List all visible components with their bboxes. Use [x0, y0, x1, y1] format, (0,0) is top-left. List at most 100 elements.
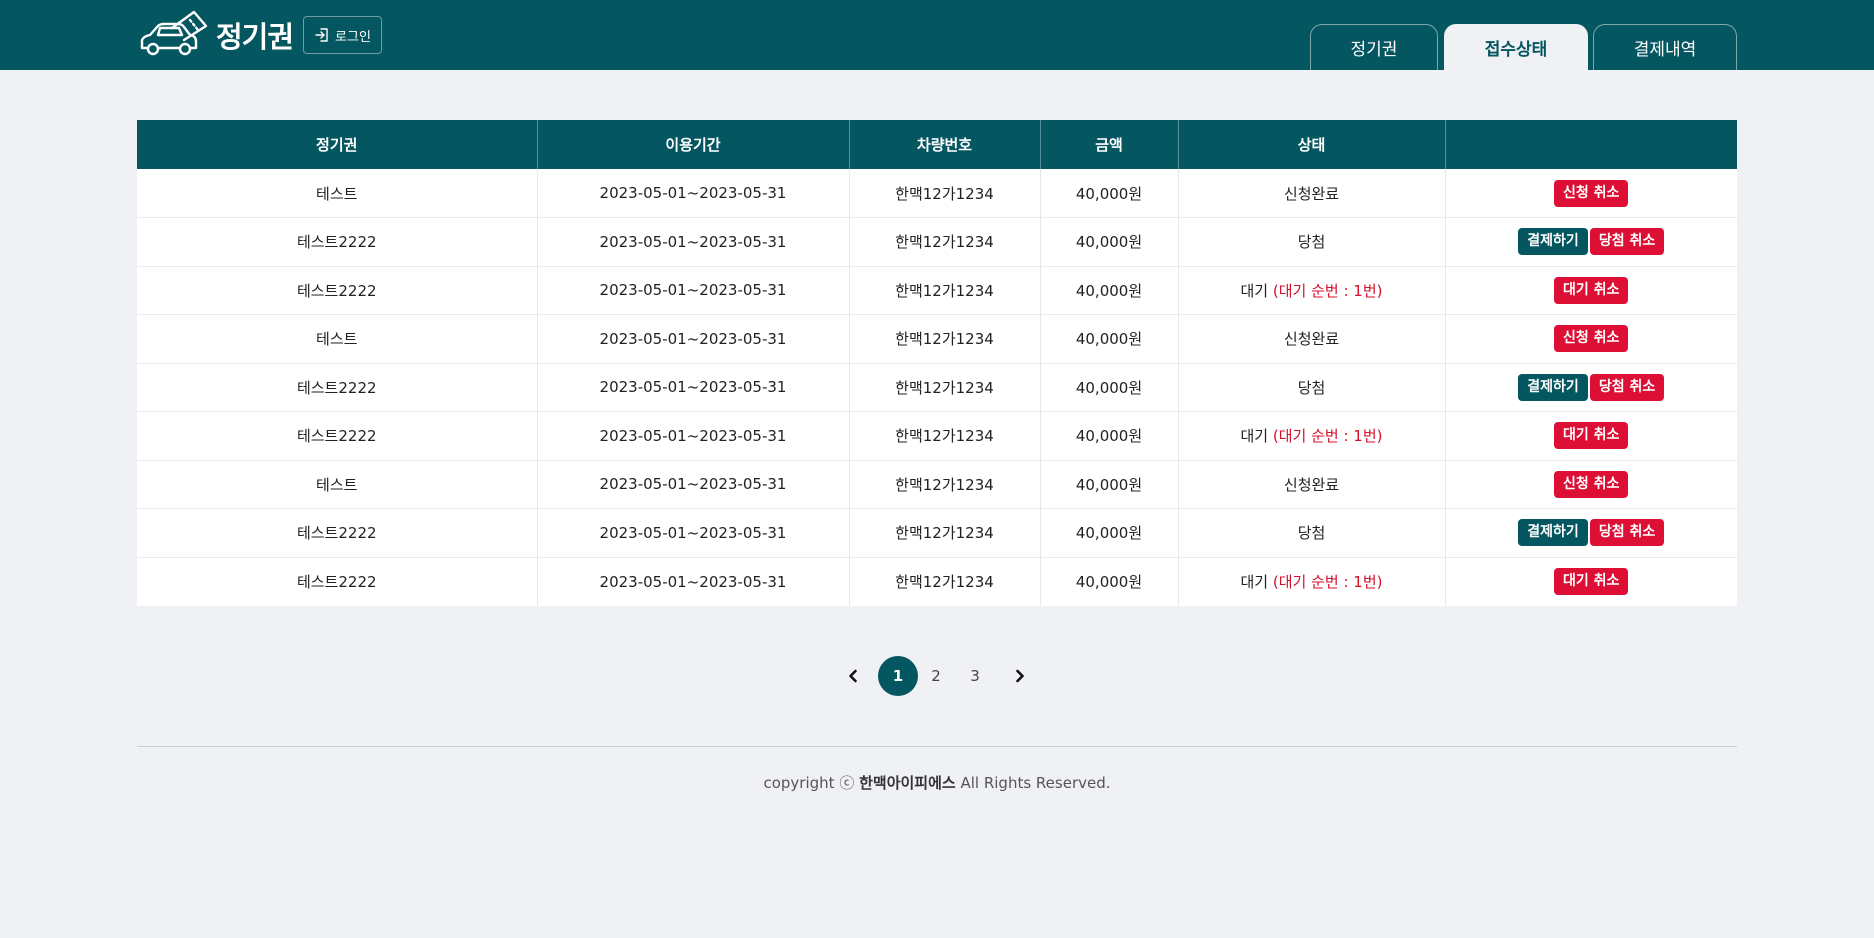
status-cell-text: 신청완료: [1283, 184, 1340, 203]
pass-name-cell-text: 테스트: [316, 184, 358, 203]
cancel-button[interactable]: 당첨 취소: [1589, 228, 1665, 256]
pass-name-cell-text: 테스트2222: [296, 524, 377, 543]
status-cell: 신청완료: [1178, 169, 1446, 218]
brand-title: 정기권: [216, 20, 294, 54]
amount-cell: 40,000원: [1040, 314, 1179, 364]
period-cell: 2023-05-01~2023-05-31: [537, 169, 850, 218]
amount-cell-text: 40,000원: [1075, 330, 1143, 349]
table-header-row: 정기권 이용기간 차량번호 금액 상태: [137, 120, 1737, 169]
prev-page-button[interactable]: [833, 656, 873, 696]
pass-name-cell: 테스트: [137, 169, 538, 218]
plate-cell: 한맥12가1234: [849, 169, 1041, 218]
amount-cell-text: 40,000원: [1075, 281, 1143, 300]
pass-name-cell: 테스트: [137, 314, 538, 364]
page-1-button[interactable]: 1: [878, 656, 918, 696]
actions-cell: 결제하기 당첨 취소: [1445, 217, 1737, 267]
pass-name-cell-text: 테스트2222: [296, 427, 377, 446]
next-page-button[interactable]: [1000, 656, 1040, 696]
tab-pass[interactable]: 정기권: [1310, 24, 1438, 70]
status-cell: 대기 (대기 순번 : 1번): [1178, 266, 1446, 315]
period-cell-text: 2023-05-01~2023-05-31: [599, 572, 787, 591]
plate-cell-text: 한맥12가1234: [895, 427, 994, 446]
amount-cell: 40,000원: [1040, 266, 1179, 315]
plate-cell-text: 한맥12가1234: [895, 573, 994, 591]
column-header-plate: 차량번호: [849, 120, 1041, 169]
amount-cell-text: 40,000원: [1075, 475, 1143, 494]
status-cell: 당첨: [1178, 217, 1446, 267]
actions-cell: 신청 취소: [1445, 169, 1737, 218]
pay-button[interactable]: 결제하기: [1518, 228, 1588, 256]
amount-cell: 40,000원: [1040, 363, 1179, 412]
status-cell-text: 대기: [1240, 573, 1269, 591]
pass-name-cell-text: 테스트2222: [296, 573, 377, 591]
login-button[interactable]: 로그인: [303, 16, 382, 54]
wait-order-text: (대기 순번 : 1번): [1272, 281, 1383, 300]
status-cell-text: 당첨: [1297, 233, 1326, 252]
status-cell-text: 대기: [1240, 427, 1269, 446]
cancel-button[interactable]: 신청 취소: [1554, 179, 1629, 207]
status-cell: 당첨: [1178, 508, 1446, 558]
pass-name-cell-text: 테스트2222: [296, 233, 377, 252]
amount-cell-text: 40,000원: [1075, 378, 1143, 397]
actions-cell: 대기 취소: [1445, 557, 1737, 606]
amount-cell: 40,000원: [1040, 217, 1179, 267]
header: 정기권 로그인 정기권 접수상태 결제내역: [0, 0, 1874, 70]
pay-button[interactable]: 결제하기: [1518, 519, 1588, 547]
plate-cell: 한맥12가1234: [849, 411, 1041, 461]
pagination: 1 2 3: [0, 656, 1874, 696]
application-status-table: 정기권 이용기간 차량번호 금액 상태 테스트 2023-05-01~2023-0…: [137, 120, 1737, 606]
page-3-button[interactable]: 3: [955, 656, 995, 696]
plate-cell-text: 한맥12가1234: [895, 475, 994, 494]
tab-payment-history[interactable]: 결제내역: [1593, 24, 1737, 70]
status-cell-text: 신청완료: [1283, 475, 1340, 494]
pass-name-cell: 테스트: [137, 460, 538, 509]
cancel-button[interactable]: 신청 취소: [1554, 325, 1629, 353]
pass-name-cell: 테스트2222: [137, 508, 538, 558]
column-header-actions: [1445, 120, 1737, 169]
column-header-amount: 금액: [1040, 120, 1179, 169]
table-row: 테스트2222 2023-05-01~2023-05-31 한맥12가1234 40,…: [137, 217, 1737, 267]
cancel-button[interactable]: 대기 취소: [1554, 422, 1629, 450]
column-header-pass: 정기권: [137, 120, 538, 169]
pass-name-cell-text: 테스트: [316, 475, 358, 494]
amount-cell: 40,000원: [1040, 557, 1179, 606]
period-cell-text: 2023-05-01~2023-05-31: [599, 378, 787, 397]
period-cell-text: 2023-05-01~2023-05-31: [599, 184, 787, 202]
cancel-button[interactable]: 당첨 취소: [1589, 373, 1665, 401]
plate-cell: 한맥12가1234: [849, 508, 1041, 558]
table-row: 테스트2222 2023-05-01~2023-05-31 한맥12가1234 40,…: [137, 557, 1737, 606]
actions-cell: 결제하기 당첨 취소: [1445, 508, 1737, 558]
pass-name-cell: 테스트2222: [137, 217, 538, 267]
pass-name-cell-text: 테스트2222: [296, 378, 377, 397]
cancel-button[interactable]: 대기 취소: [1554, 568, 1629, 595]
copyright-prefix: copyright ⓒ: [763, 774, 860, 792]
cancel-button[interactable]: 대기 취소: [1554, 276, 1629, 304]
period-cell: 2023-05-01~2023-05-31: [537, 557, 850, 606]
table-row: 테스트2222 2023-05-01~2023-05-31 한맥12가1234 40,…: [137, 411, 1737, 461]
period-cell-text: 2023-05-01~2023-05-31: [599, 329, 787, 348]
pay-button[interactable]: 결제하기: [1518, 373, 1588, 401]
plate-cell: 한맥12가1234: [849, 460, 1041, 509]
period-cell: 2023-05-01~2023-05-31: [537, 460, 850, 509]
cancel-button[interactable]: 신청 취소: [1554, 470, 1629, 498]
plate-cell: 한맥12가1234: [849, 363, 1041, 412]
plate-cell: 한맥12가1234: [849, 314, 1041, 364]
table-row: 테스트2222 2023-05-01~2023-05-31 한맥12가1234 40,…: [137, 508, 1737, 558]
plate-cell: 한맥12가1234: [849, 557, 1041, 606]
plate-cell-text: 한맥12가1234: [895, 281, 994, 300]
amount-cell-text: 40,000원: [1075, 233, 1143, 252]
cancel-button[interactable]: 당첨 취소: [1589, 519, 1665, 547]
period-cell-text: 2023-05-01~2023-05-31: [599, 281, 787, 300]
wait-order-text: (대기 순번 : 1번): [1272, 573, 1383, 591]
copyright-suffix: All Rights Reserved.: [955, 774, 1111, 792]
plate-cell-text: 한맥12가1234: [895, 524, 994, 543]
period-cell: 2023-05-01~2023-05-31: [537, 266, 850, 315]
pass-name-cell-text: 테스트2222: [296, 281, 377, 300]
footer-divider: [137, 746, 1737, 747]
table-row: 테스트2222 2023-05-01~2023-05-31 한맥12가1234 40,…: [137, 266, 1737, 315]
status-cell-text: 당첨: [1297, 524, 1326, 543]
amount-cell-text: 40,000원: [1075, 573, 1143, 591]
page-2-button[interactable]: 2: [916, 656, 956, 696]
tab-application-status[interactable]: 접수상태: [1444, 24, 1588, 70]
period-cell: 2023-05-01~2023-05-31: [537, 411, 850, 461]
